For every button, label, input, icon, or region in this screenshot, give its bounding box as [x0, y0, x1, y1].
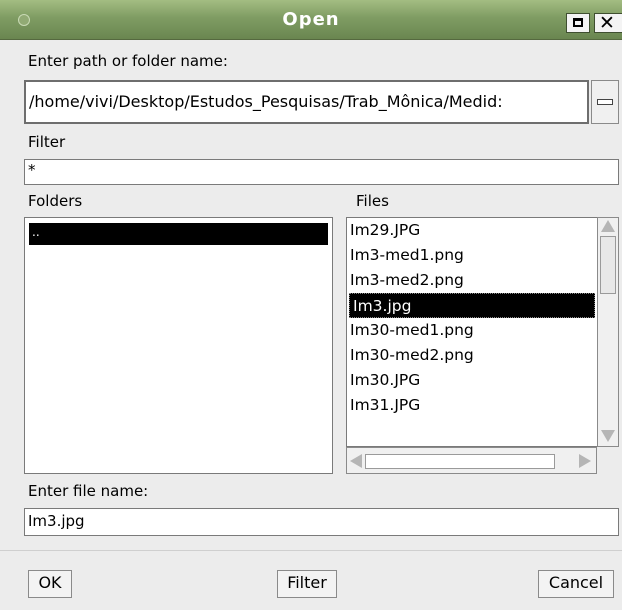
scroll-thumb[interactable]: [600, 236, 616, 294]
folders-list[interactable]: ..: [24, 217, 333, 474]
scrollbar-corner: [597, 447, 619, 474]
folder-item-parent[interactable]: ..: [29, 223, 328, 245]
files-horizontal-scrollbar[interactable]: [346, 447, 597, 474]
list-item[interactable]: Im30-med1.png: [347, 318, 597, 343]
list-item-selected[interactable]: Im3.jpg: [349, 293, 595, 318]
list-item[interactable]: Im3-med1.png: [347, 243, 597, 268]
filename-input[interactable]: Im3.jpg: [24, 508, 619, 536]
list-item[interactable]: Im30-med2.png: [347, 343, 597, 368]
path-history-button[interactable]: [591, 80, 619, 124]
dropdown-icon: [597, 99, 613, 105]
scroll-up-icon[interactable]: [601, 220, 615, 232]
folders-label: Folders: [28, 192, 83, 210]
list-item[interactable]: Im3-med2.png: [347, 268, 597, 293]
divider: [0, 550, 622, 551]
scroll-down-icon[interactable]: [601, 430, 615, 442]
close-button[interactable]: ✕: [594, 12, 622, 34]
title-bar[interactable]: Open ✕: [0, 0, 622, 40]
filter-button[interactable]: Filter: [277, 570, 337, 598]
cancel-button[interactable]: Cancel: [538, 570, 614, 598]
path-label: Enter path or folder name:: [28, 52, 228, 70]
window-title: Open: [282, 9, 340, 30]
files-label: Files: [356, 192, 389, 210]
open-dialog: Open ✕ Enter path or folder name: /home/…: [0, 0, 622, 610]
path-input[interactable]: /home/vivi/Desktop/Estudos_Pesquisas/Tra…: [24, 80, 589, 124]
files-vertical-scrollbar[interactable]: [597, 217, 619, 447]
list-item[interactable]: Im31.JPG: [347, 393, 597, 418]
filter-input[interactable]: *: [24, 159, 619, 185]
maximize-button[interactable]: [566, 13, 590, 33]
maximize-icon: [573, 18, 583, 27]
files-list[interactable]: Im29.JPG Im3-med1.png Im3-med2.png Im3.j…: [346, 217, 597, 447]
filter-label: Filter: [28, 133, 66, 151]
scroll-thumb[interactable]: [365, 454, 555, 469]
filename-label: Enter file name:: [28, 482, 149, 500]
scroll-right-icon[interactable]: [579, 454, 591, 468]
list-item[interactable]: Im30.JPG: [347, 368, 597, 393]
scroll-left-icon[interactable]: [350, 454, 362, 468]
close-icon: ✕: [599, 12, 615, 34]
ok-button[interactable]: OK: [28, 570, 72, 598]
list-item[interactable]: Im29.JPG: [347, 218, 597, 243]
